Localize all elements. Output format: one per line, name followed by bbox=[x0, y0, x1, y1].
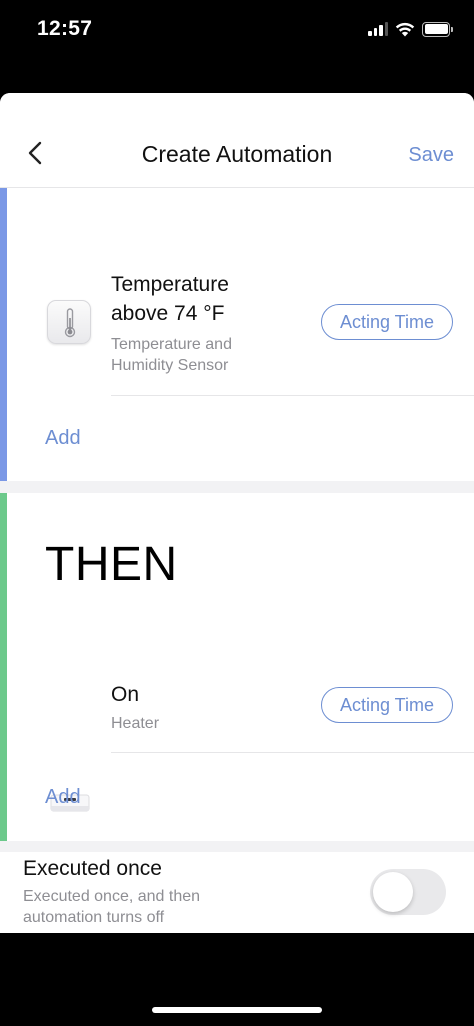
condition-device-line1: Temperature and bbox=[111, 336, 232, 353]
home-indicator[interactable] bbox=[152, 1007, 322, 1013]
executed-once-description-line2: automation turns off bbox=[23, 909, 165, 926]
then-section: THEN On Heater Acting Time Add bbox=[0, 493, 474, 841]
save-button[interactable]: Save bbox=[408, 144, 454, 167]
chevron-left-icon bbox=[28, 141, 42, 165]
navigation-bar: Create Automation Save bbox=[0, 93, 474, 188]
cellular-signal-icon bbox=[368, 22, 388, 36]
status-bar: 12:57 bbox=[0, 0, 474, 62]
executed-once-toggle[interactable] bbox=[370, 869, 446, 915]
executed-once-title: Executed once bbox=[23, 857, 162, 880]
divider bbox=[111, 752, 474, 753]
condition-acting-time-button[interactable]: Acting Time bbox=[321, 304, 453, 340]
condition-title-line1: Temperature bbox=[111, 273, 229, 296]
action-title: On bbox=[111, 683, 140, 706]
add-condition-button[interactable]: Add bbox=[45, 427, 81, 450]
page-title: Create Automation bbox=[141, 141, 333, 167]
wifi-icon bbox=[395, 22, 415, 37]
condition-title-line2: above 74 °F bbox=[111, 302, 225, 325]
executed-once-description: Executed once, and then automation turns… bbox=[23, 886, 283, 928]
action-acting-time-button[interactable]: Acting Time bbox=[321, 687, 453, 723]
add-action-button[interactable]: Add bbox=[45, 786, 81, 809]
then-section-accent-bar bbox=[0, 493, 7, 841]
thermometer-icon bbox=[47, 300, 91, 344]
then-heading: THEN bbox=[45, 538, 178, 591]
status-icons bbox=[368, 20, 453, 38]
if-section: Temperature above 74 °F Temperature and … bbox=[0, 188, 474, 481]
battery-icon bbox=[422, 21, 453, 37]
status-time: 12:57 bbox=[37, 17, 93, 40]
divider bbox=[111, 395, 474, 396]
executed-once-row: Executed once Executed once, and then au… bbox=[0, 852, 474, 933]
action-device-name: Heater bbox=[111, 715, 160, 732]
automation-sheet: Create Automation Save Temperature above… bbox=[0, 93, 474, 933]
if-section-accent-bar bbox=[0, 188, 7, 481]
executed-once-description-line1: Executed once, and then bbox=[23, 888, 201, 905]
condition-device-line2: Humidity Sensor bbox=[111, 357, 229, 374]
toggle-knob bbox=[373, 872, 413, 912]
back-button[interactable] bbox=[22, 138, 50, 168]
